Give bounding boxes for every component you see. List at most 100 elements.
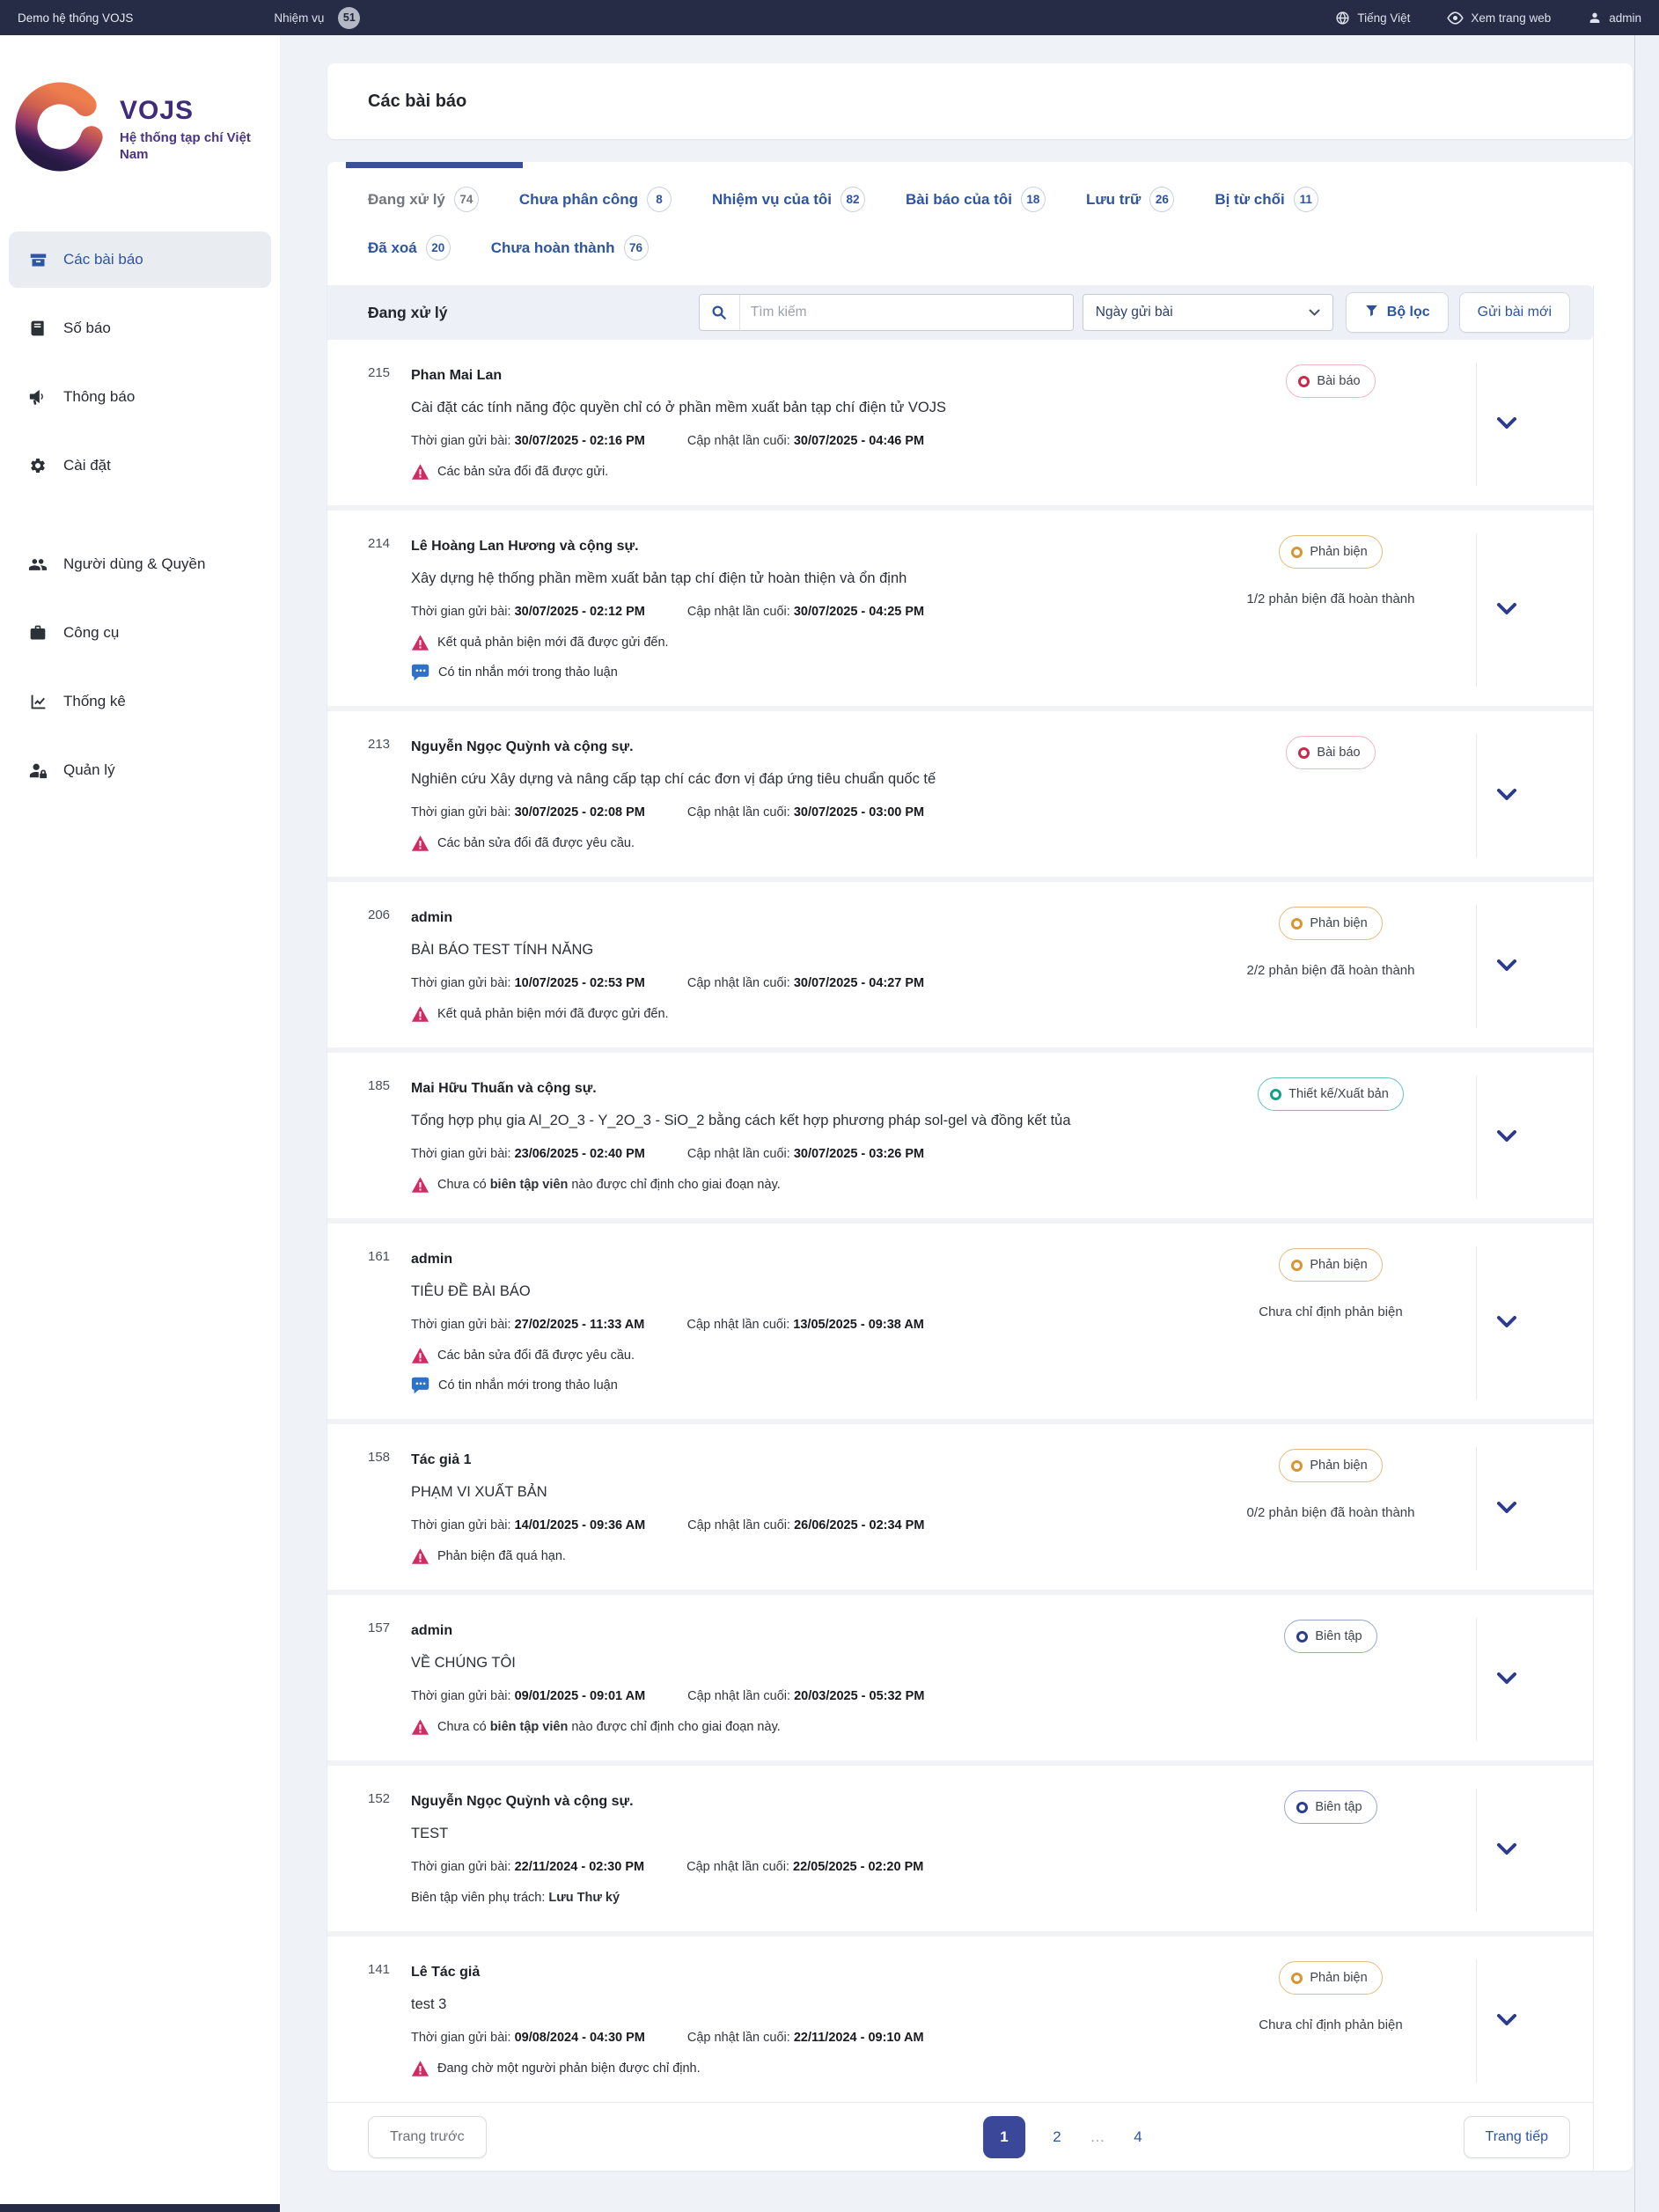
expand-row-button[interactable]: [1476, 1618, 1536, 1741]
stage-ring-icon: [1270, 1089, 1281, 1100]
tab-nhiem-vu-cua-toi[interactable]: Nhiệm vụ của tôi 82: [712, 187, 865, 212]
article-id: 152: [327, 1789, 411, 1912]
article-title: VỀ CHÚNG TÔI: [411, 1650, 1168, 1676]
chat-icon: [411, 663, 430, 682]
expand-row-button[interactable]: [1476, 734, 1536, 857]
view-site-link[interactable]: Xem trang web: [1447, 11, 1551, 25]
date-filter-value: Ngày gửi bài: [1096, 305, 1173, 320]
expand-row-button[interactable]: [1476, 1447, 1536, 1570]
section-title: Đang xử lý: [368, 304, 447, 322]
next-page-button[interactable]: Trang tiếp: [1464, 2116, 1570, 2158]
sidebar-item-thong-bao[interactable]: Thông báo: [9, 369, 271, 425]
article-row: 214 Lê Hoàng Lan Hương và cộng sự. Xây d…: [327, 511, 1593, 711]
sidebar-item-nguoi-dung-quyen[interactable]: Người dùng & Quyền: [9, 536, 271, 592]
sidebar-item-cai-dat[interactable]: Cài đặt: [9, 437, 271, 494]
article-row: 185 Mai Hữu Thuấn và cộng sự. Tổng hợp p…: [327, 1053, 1593, 1224]
stage-badge: Phản biện: [1279, 535, 1382, 569]
article-title: TIÊU ĐỀ BÀI BÁO: [411, 1278, 1168, 1304]
article-author: Lê Tác giả: [411, 1959, 1168, 1986]
article-row: 158 Tác giả 1 PHẠM VI XUẤT BẢN Thời gian…: [327, 1424, 1593, 1595]
sidebar: VOJS Hệ thống tạp chí Việt Nam Các bài b…: [0, 35, 280, 2212]
expand-row-button[interactable]: [1476, 905, 1536, 1028]
search-input[interactable]: [740, 295, 1073, 330]
chevron-down-icon: [1497, 1672, 1516, 1687]
filter-button[interactable]: Bộ lọc: [1346, 292, 1449, 333]
article-row: 206 admin BÀI BÁO TEST TÍNH NĂNG Thời gi…: [327, 882, 1593, 1053]
tab-dang-xu-ly[interactable]: Đang xử lý 74: [368, 187, 479, 212]
user-menu[interactable]: admin: [1588, 11, 1641, 25]
stage-ring-icon: [1291, 1460, 1303, 1472]
article-id: 185: [327, 1076, 411, 1199]
stage-ring-icon: [1298, 747, 1310, 759]
article-id: 158: [327, 1447, 411, 1570]
article-author: Tác giả 1: [411, 1447, 1168, 1473]
page-title: Các bài báo: [368, 92, 466, 112]
expand-row-button[interactable]: [1476, 533, 1536, 687]
new-submission-button[interactable]: Gửi bài mới: [1459, 292, 1570, 333]
warning-flag: Đang chờ một người phản biện được chỉ đị…: [411, 2054, 1168, 2083]
chevron-down-icon: [1497, 1502, 1516, 1516]
article-title: TEST: [411, 1820, 1168, 1847]
globe-icon: [1335, 11, 1350, 26]
article-row: 213 Nguyễn Ngọc Quỳnh và cộng sự. Nghiên…: [327, 711, 1593, 882]
articles-list: 215 Phan Mai Lan Cài đặt các tính năng đ…: [327, 340, 1593, 2102]
tab-bi-tu-choi[interactable]: Bị từ chối 11: [1215, 187, 1318, 212]
view-site-label: Xem trang web: [1471, 11, 1551, 25]
updated-meta: Cập nhật lần cuối: 30/07/2025 - 04:27 PM: [687, 970, 924, 996]
updated-meta: Cập nhật lần cuối: 30/07/2025 - 04:46 PM: [687, 428, 924, 454]
vojs-logo-icon: [11, 77, 109, 180]
sidebar-item-thong-ke[interactable]: Thống kê: [9, 673, 271, 730]
previous-page-button[interactable]: Trang trước: [368, 2116, 487, 2158]
logo-title: VOJS: [120, 96, 252, 126]
warning-flag: Chưa có biên tập viên nào được chỉ định …: [411, 1171, 1168, 1199]
page-number[interactable]: 4: [1129, 2128, 1147, 2146]
warning-icon: [411, 834, 429, 852]
sidebar-item-quan-ly[interactable]: Quản lý: [9, 742, 271, 798]
updated-meta: Cập nhật lần cuối: 22/11/2024 - 09:10 AM: [687, 2025, 924, 2051]
language-menu[interactable]: Tiếng Việt: [1335, 11, 1410, 26]
search-icon: [700, 295, 740, 330]
bottom-bar: [0, 2204, 280, 2212]
expand-row-button[interactable]: [1476, 1789, 1536, 1912]
page-number-current[interactable]: 1: [983, 2116, 1025, 2158]
page-number[interactable]: 2: [1048, 2128, 1066, 2146]
article-id: 157: [327, 1618, 411, 1741]
user-lock-icon: [28, 761, 48, 780]
chat-icon: [411, 1376, 430, 1395]
tab-chua-phan-cong[interactable]: Chưa phân công 8: [519, 187, 672, 212]
expand-row-button[interactable]: [1476, 1076, 1536, 1199]
page-header-card: Các bài báo: [327, 63, 1633, 139]
book-icon: [28, 319, 48, 338]
sidebar-item-cac-bai-bao[interactable]: Các bài báo: [9, 231, 271, 288]
expand-row-button[interactable]: [1476, 1959, 1536, 2083]
stage-ring-icon: [1291, 918, 1303, 930]
chart-icon: [28, 692, 48, 711]
warning-flag: Các bản sửa đổi đã được yêu cầu.: [411, 829, 1168, 857]
language-label: Tiếng Việt: [1357, 11, 1410, 25]
expand-row-button[interactable]: [1476, 1246, 1536, 1400]
gear-icon: [28, 456, 48, 475]
stage-badge: Thiết kế/Xuất bản: [1258, 1077, 1404, 1111]
tasks-label: Nhiệm vụ: [274, 11, 324, 25]
date-filter-select[interactable]: Ngày gửi bài: [1083, 294, 1333, 331]
tab-chua-hoan-thanh[interactable]: Chưa hoàn thành 76: [491, 235, 649, 261]
topbar-tasks-menu[interactable]: Nhiệm vụ 51: [274, 7, 360, 29]
tab-da-xoa[interactable]: Đã xoá 20: [368, 235, 451, 261]
page-scrollbar[interactable]: [1634, 35, 1659, 2212]
stage-ring-icon: [1291, 1260, 1303, 1271]
expand-row-button[interactable]: [1476, 363, 1536, 486]
warning-flag: Chưa có biên tập viên nào được chỉ định …: [411, 1713, 1168, 1741]
tab-bai-bao-cua-toi[interactable]: Bài báo của tôi 18: [906, 187, 1046, 212]
article-title: PHẠM VI XUẤT BẢN: [411, 1479, 1168, 1505]
sidebar-item-cong-cu[interactable]: Công cụ: [9, 605, 271, 661]
article-author: Lê Hoàng Lan Hương và cộng sự.: [411, 533, 1168, 560]
tab-luu-tru[interactable]: Lưu trữ 26: [1086, 187, 1174, 212]
tab-count-badge: 11: [1294, 187, 1318, 212]
sidebar-item-so-bao[interactable]: Số báo: [9, 300, 271, 356]
review-status: Chưa chỉ định phản biện: [1259, 1304, 1403, 1319]
tab-count-badge: 82: [841, 187, 865, 212]
tab-count-badge: 20: [426, 235, 451, 261]
archive-icon: [28, 250, 48, 269]
submitted-meta: Thời gian gửi bài: 30/07/2025 - 02:08 PM: [411, 799, 645, 826]
chevron-down-icon: [1497, 1130, 1516, 1144]
